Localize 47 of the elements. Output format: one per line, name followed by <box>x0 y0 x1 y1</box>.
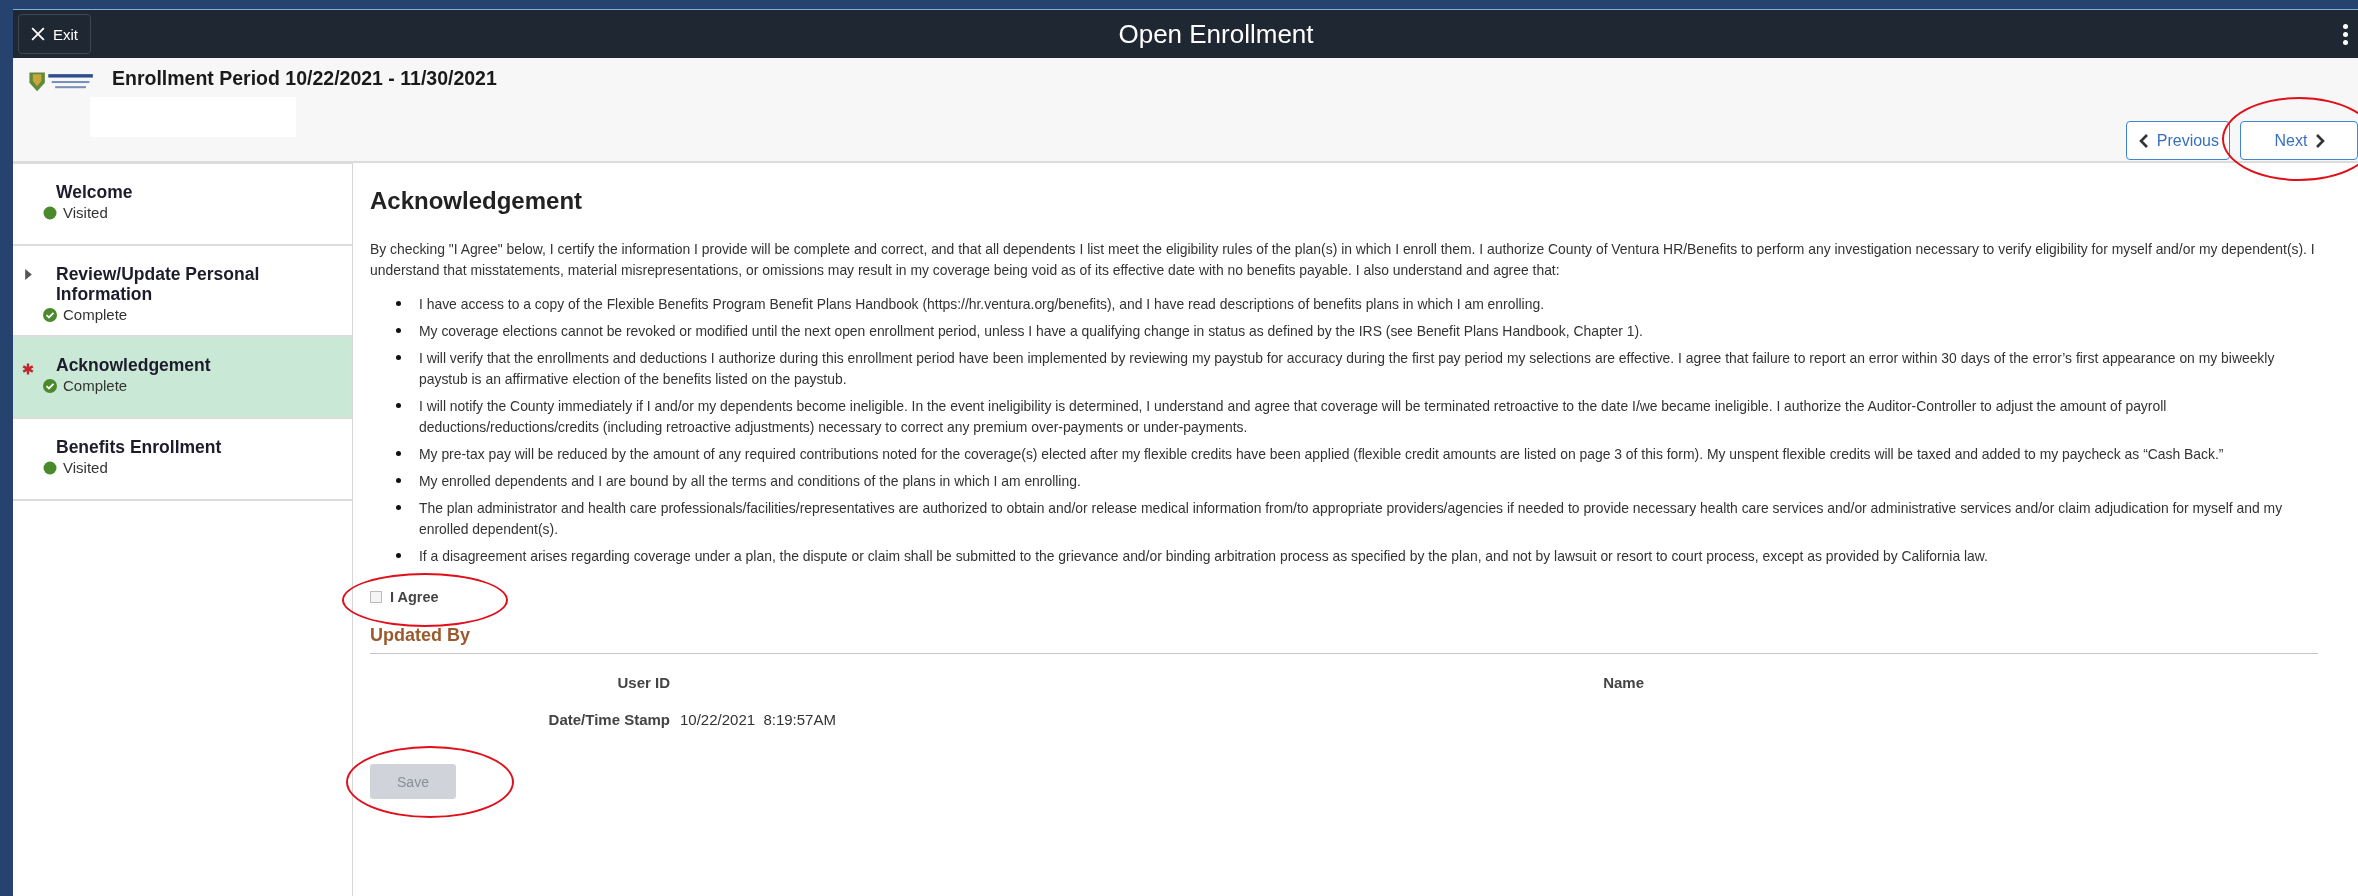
bullet-text: My enrolled dependents and I are bound by all the terms and conditions of the plans in which I am enrolling. <box>419 472 1081 491</box>
sidebar-item[interactable]: Acknowledgement Complete <box>13 337 352 419</box>
bullet-icon <box>396 301 401 306</box>
step-title: Acknowledgement <box>55 355 212 375</box>
step-title: Welcome <box>55 182 134 202</box>
bullet-text: I will notify the County immediately if I and/or my dependents become ineligible. In the event ineligibility is determined, I understand and agree that coverage will be terminated retroactive to the date I/we became ineligible. I authorize the Auditor-Controller to adjust the amount of payroll deductions/reductions/credits (including retroactive adjustments) necessary to correct any premium over-payments or under-payments. <box>419 397 2168 437</box>
step-title: Benefits Enrollment <box>55 437 223 457</box>
intro-paragraph: By checking "I Agree" below, I certify the information I provide will be complete and correct, and that all dependents I list meet the eligibility rules of the plan(s) in which I enroll them. I authorize County of Ventura HR/Benefits to perform any investigation necessary to verify eligibility for myself and/or my dependent(s). I understand that misstatements, material misrepresentations, or omissions may result in my coverage being void as of its effective date with no benefits payable. I also understand and agree that: <box>370 240 2316 280</box>
chevron-left-icon <box>2138 133 2149 148</box>
bullet-icon <box>396 451 401 456</box>
step-status: Visited <box>63 459 108 476</box>
bullet-icon <box>396 403 401 408</box>
chevron-right-icon <box>2315 133 2326 148</box>
bullet-text: I will verify that the enrollments and deductions I authorize during this enrollment period have been implemented by reviewing my paystub for accuracy during the first pay period my selections are effective. I agree that failure to report an error within 30 days of the error’s first appearance on my biweekly paystub is an affirmative election of the benefits listed on the paystub. <box>419 349 2276 389</box>
bullet-icon <box>396 478 401 483</box>
check-circle-icon <box>43 378 57 393</box>
step-status: Visited <box>63 204 108 221</box>
bullet-text: I have access to a copy of the Flexible Benefits Program Benefit Plans Handbook (https://hr.ventura.org/benefits), and I have read descriptions of benefits plans in which I am enrolling. <box>419 295 1544 314</box>
next-button[interactable]: Next <box>2240 121 2358 160</box>
exit-button[interactable]: Exit <box>18 14 91 54</box>
window-title: Open Enrollment <box>1117 18 1315 50</box>
step-title: Review/Update Personal Information <box>55 264 261 304</box>
status-dot-icon <box>43 460 57 475</box>
bullet-text: The plan administrator and health care professionals/facilities/representatives are authorized to obtain and/or release medical information from/to appropriate providers/agencies if needed to provide necessary health care services and/or administrative services and/or claim adjudication for myself and my enrolled dependent(s). <box>419 499 2284 539</box>
bullet-text: My pre-tax pay will be reduced by the amount of any required contributions noted for the coverage(s) elected after my flexible credits have been applied (flexible credit amounts are listed on page 3 of this form). My unspent flexible credits will be taxed and added to my paycheck as “Cash Back.” <box>419 445 2224 464</box>
bullet-icon <box>396 355 401 360</box>
field-label: Name <box>1602 674 1644 691</box>
bullet-text: My coverage elections cannot be revoked or modified until the next open enrollment period, unless I have a qualifying change in status as defined by the IRS (see Benefit Plans Handbook, Chapter 1). <box>419 322 1643 341</box>
field-value: 10/22/2021 8:19:57AM <box>680 711 836 728</box>
step-status: Complete <box>63 377 128 394</box>
bullet-text: If a disagreement arises regarding coverage under a plan, the dispute or claim shall be submitted to the grievance and/or binding arbitration process as specified by the plan, and not by lawsuit or resort to court process, except as provided by California law. <box>419 547 1988 566</box>
bullet-icon <box>396 553 401 558</box>
page-title: Acknowledgement <box>370 187 584 215</box>
agree-checkbox[interactable] <box>370 591 382 603</box>
step-status: Complete <box>63 306 128 323</box>
bullet-icon <box>396 328 401 333</box>
field-label: User ID <box>616 674 670 691</box>
section-heading: Updated By <box>370 625 2318 654</box>
enrollment-period-heading: Enrollment Period 10/22/2021 - 11/30/2021 <box>112 67 497 90</box>
previous-button[interactable]: Previous <box>2125 121 2230 160</box>
field-label: Date/Time Stamp <box>547 711 670 728</box>
bullet-icon <box>396 505 401 510</box>
close-icon <box>31 27 45 41</box>
check-circle-icon <box>43 307 57 322</box>
status-dot-icon <box>43 205 57 220</box>
agree-label[interactable]: I Agree <box>390 589 439 605</box>
expand-triangle-icon[interactable] <box>25 269 32 280</box>
